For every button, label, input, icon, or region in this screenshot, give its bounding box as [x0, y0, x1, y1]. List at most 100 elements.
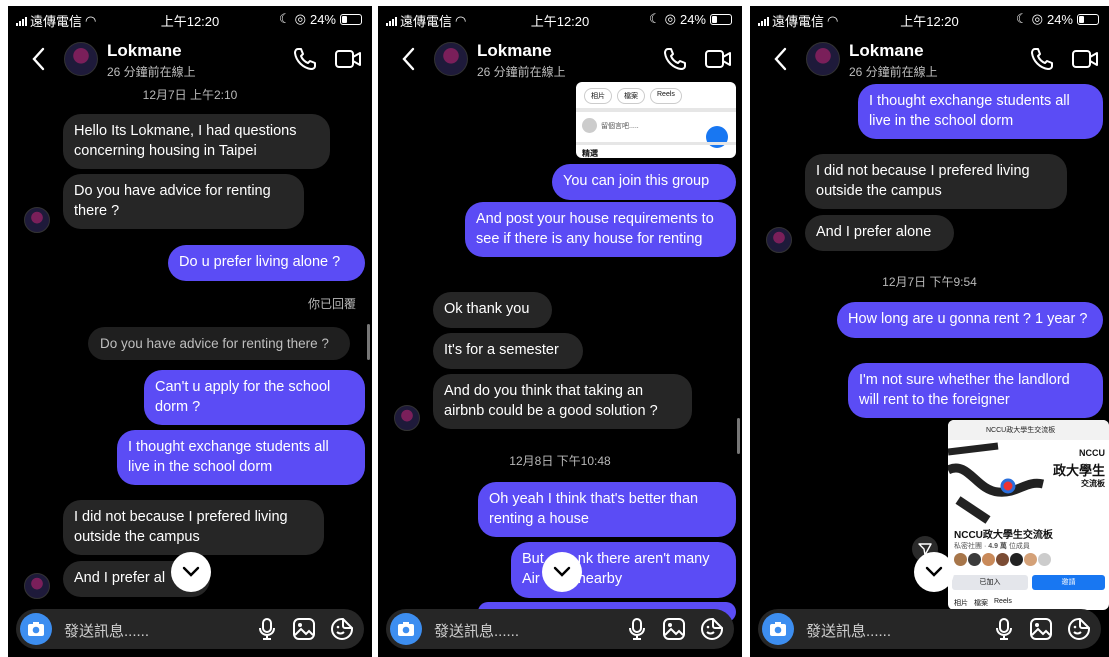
- sent-message[interactable]: Do u prefer living alone ?: [168, 245, 365, 281]
- sent-message[interactable]: I thought exchange students all live in …: [858, 84, 1103, 139]
- avatar[interactable]: [434, 42, 468, 76]
- banner-text-sub: 交流板: [1081, 479, 1105, 488]
- battery-percent: 24%: [1046, 11, 1073, 27]
- screenshot-input: 留個言吧.....: [601, 123, 639, 130]
- quoted-message[interactable]: Do you have advice for renting there ?: [88, 327, 350, 360]
- sender-avatar: [766, 227, 792, 253]
- gallery-icon[interactable]: [292, 617, 316, 641]
- avatar[interactable]: [64, 42, 98, 76]
- back-icon[interactable]: [398, 44, 420, 74]
- contact-name[interactable]: Lokmane: [849, 41, 924, 61]
- gallery-icon[interactable]: [1029, 617, 1053, 641]
- video-call-icon[interactable]: [1071, 48, 1099, 70]
- received-message[interactable]: Hello Its Lokmane, I had questions conce…: [63, 114, 330, 169]
- received-message[interactable]: I did not because I prefered living outs…: [63, 500, 324, 555]
- microphone-icon[interactable]: [626, 617, 648, 641]
- sent-message[interactable]: How long are u gonna rent ? 1 year ?: [837, 302, 1103, 338]
- chat-screen-1: 遠傳電信 ◠ 上午12:20 ☾ ◎ 24% Lokmane 26 分鐘前在線上…: [8, 6, 372, 657]
- scroll-down-button[interactable]: [171, 552, 211, 592]
- active-status: 26 分鐘前在線上: [107, 65, 196, 79]
- camera-button[interactable]: [762, 613, 794, 645]
- battery-percent: 24%: [679, 11, 706, 27]
- chevron-down-icon: [182, 566, 200, 577]
- moon-icon: ☾: [278, 11, 291, 26]
- sent-message[interactable]: You can join this group: [552, 164, 736, 200]
- scrollbar[interactable]: [367, 324, 370, 360]
- message-composer: 發送訊息......: [386, 609, 734, 649]
- battery-percent: 24%: [309, 11, 336, 27]
- microphone-icon[interactable]: [256, 617, 278, 641]
- sticker-icon[interactable]: [1067, 617, 1091, 641]
- phone-icon[interactable]: [292, 46, 318, 72]
- received-message[interactable]: I did not because I prefered living outs…: [805, 154, 1067, 209]
- message-composer: 發送訊息......: [16, 609, 364, 649]
- shared-group-card[interactable]: NCCU政大學生交流板 NCCU 政大學生 交流板 NCCU政大學生交流板 私密…: [948, 420, 1109, 610]
- phone-icon[interactable]: [1029, 46, 1055, 72]
- camera-icon: [28, 622, 44, 636]
- received-message[interactable]: And do you think that taking an airbnb c…: [433, 374, 692, 429]
- screenshot-tab: Reels: [650, 88, 682, 104]
- card-tab: 檔案: [974, 600, 988, 607]
- message-input[interactable]: 發送訊息......: [434, 620, 519, 641]
- camera-icon: [398, 622, 414, 636]
- status-bar: 遠傳電信 ◠ 上午12:20 ☾ ◎ 24%: [750, 6, 1109, 30]
- scrollbar[interactable]: [737, 418, 740, 454]
- gallery-icon[interactable]: [662, 617, 686, 641]
- chevron-down-icon: [553, 566, 571, 577]
- active-status: 26 分鐘前在線上: [849, 65, 938, 79]
- sender-avatar: [24, 207, 50, 233]
- battery-icon: [1077, 13, 1099, 25]
- scroll-down-button[interactable]: [914, 552, 954, 592]
- contact-name[interactable]: Lokmane: [107, 41, 182, 61]
- message-input[interactable]: 發送訊息......: [64, 620, 149, 641]
- banner-text-main: 政大學生: [1052, 463, 1105, 478]
- card-tab: Reels: [994, 598, 1012, 605]
- received-message[interactable]: It's for a semester: [433, 333, 583, 369]
- chevron-down-icon: [925, 566, 943, 577]
- sent-message[interactable]: I'm not sure whether the landlord will r…: [848, 363, 1103, 418]
- received-message[interactable]: Ok thank you: [433, 292, 552, 328]
- camera-button[interactable]: [390, 613, 422, 645]
- screenshot-avatar: [582, 118, 597, 133]
- sent-message[interactable]: Can't u apply for the school dorm ?: [144, 370, 365, 425]
- sent-message[interactable]: Oh yeah I think that's better than renti…: [478, 482, 736, 537]
- sticker-icon[interactable]: [330, 617, 354, 641]
- received-message[interactable]: And I prefer alone: [805, 215, 954, 251]
- avatar[interactable]: [806, 42, 840, 76]
- moon-icon: ☾: [1015, 11, 1028, 26]
- camera-icon: [770, 622, 786, 636]
- chat-header: Lokmane 26 分鐘前在線上: [750, 30, 1109, 88]
- screenshot-tab: 檔案: [617, 88, 645, 104]
- sticker-icon[interactable]: [700, 617, 724, 641]
- rotation-lock-icon: ◎: [1031, 11, 1043, 26]
- card-tab: 相片: [954, 600, 968, 607]
- timestamp: 12月7日 下午9:54: [882, 275, 977, 289]
- chat-header: Lokmane 26 分鐘前在線上: [378, 30, 742, 88]
- microphone-icon[interactable]: [993, 617, 1015, 641]
- message-composer: 發送訊息......: [758, 609, 1101, 649]
- member-avatars: [954, 553, 1051, 566]
- video-call-icon[interactable]: [704, 48, 732, 70]
- moon-icon: ☾: [648, 11, 661, 26]
- rotation-lock-icon: ◎: [664, 11, 676, 26]
- message-input[interactable]: 發送訊息......: [806, 620, 891, 641]
- back-icon[interactable]: [28, 44, 50, 74]
- sent-message[interactable]: And post your house requirements to see …: [465, 202, 736, 257]
- sent-message[interactable]: I thought exchange students all live in …: [117, 430, 365, 485]
- screenshot-tab: 相片: [584, 88, 612, 104]
- contact-name[interactable]: Lokmane: [477, 41, 552, 61]
- back-icon[interactable]: [770, 44, 792, 74]
- shared-screenshot[interactable]: 相片 檔案 Reels 留個言吧..... 精選: [576, 82, 736, 158]
- screenshot-footer: 精選: [582, 149, 598, 158]
- status-bar: 遠傳電信 ◠ 上午12:20 ☾ ◎ 24%: [378, 6, 742, 30]
- timestamp: 12月7日 上午2:10: [142, 88, 238, 102]
- rotation-lock-icon: ◎: [294, 11, 306, 26]
- camera-button[interactable]: [20, 613, 52, 645]
- invite-button: 邀請: [1032, 575, 1105, 590]
- scroll-down-button[interactable]: [542, 552, 582, 592]
- received-message[interactable]: Do you have advice for renting there ?: [63, 174, 304, 229]
- video-call-icon[interactable]: [334, 48, 362, 70]
- phone-icon[interactable]: [662, 46, 688, 72]
- sender-avatar: [394, 405, 420, 431]
- banner-text-top: NCCU: [1079, 448, 1105, 458]
